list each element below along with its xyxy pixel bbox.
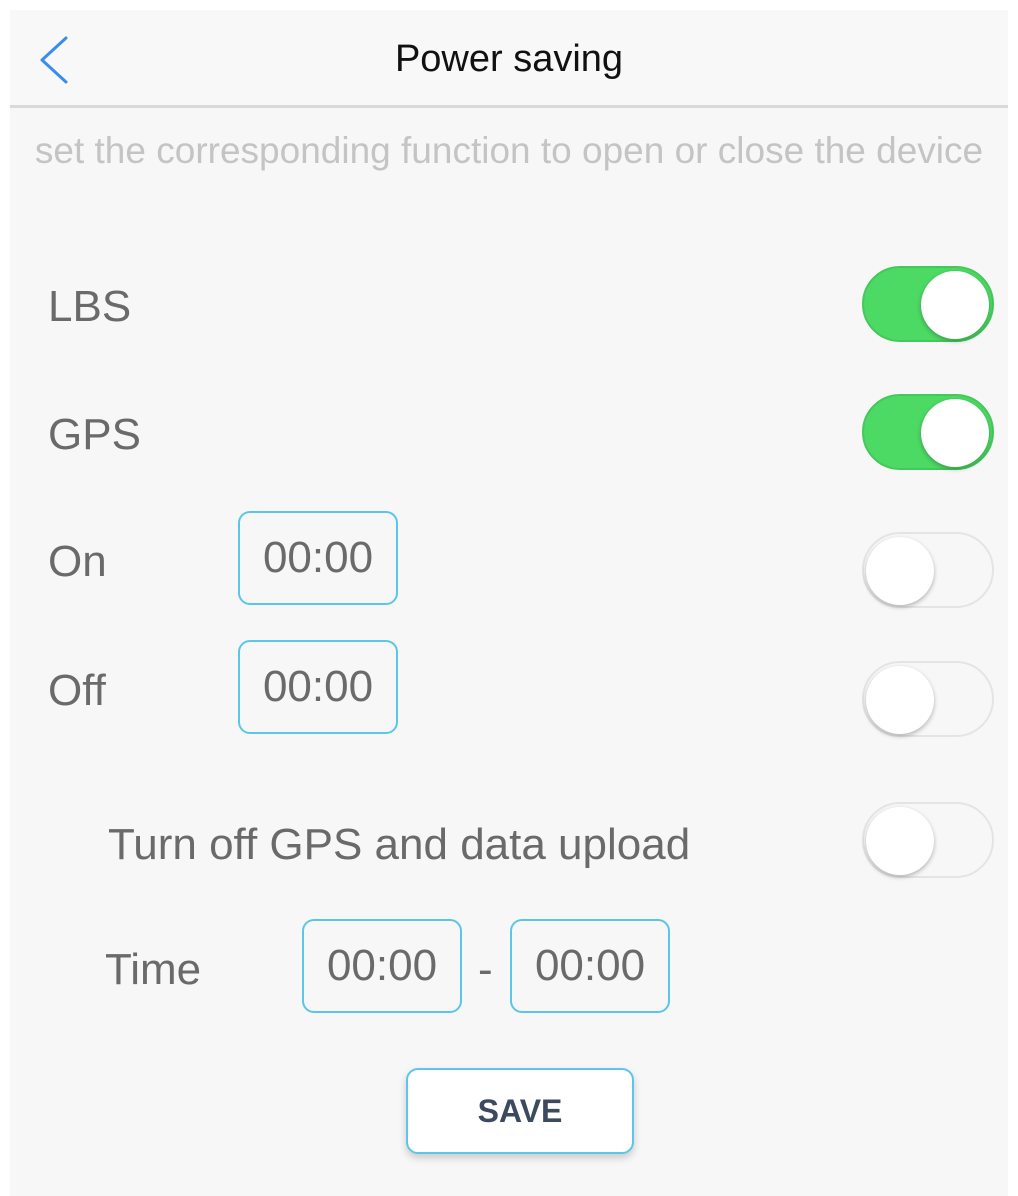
time-range-end-field[interactable]: 00:00 — [510, 919, 670, 1013]
gps-toggle[interactable] — [862, 394, 994, 470]
lbs-toggle[interactable] — [862, 266, 994, 342]
off-time-field[interactable]: 00:00 — [238, 640, 398, 734]
toggle-knob — [921, 271, 989, 339]
lbs-label: LBS — [48, 282, 132, 331]
toggle-knob — [866, 807, 934, 875]
page-title: Power saving — [394, 38, 624, 80]
gps-upload-label: Turn off GPS and data upload — [108, 820, 691, 869]
time-range-start-field[interactable]: 00:00 — [302, 919, 462, 1013]
on-toggle[interactable] — [862, 532, 994, 608]
toggle-knob — [866, 666, 934, 734]
power-saving-screen: Power saving set the corresponding funct… — [10, 10, 1008, 1196]
gps-label: GPS — [48, 410, 141, 459]
on-time-field[interactable]: 00:00 — [238, 511, 398, 605]
time-range-label: Time — [105, 945, 202, 994]
toggle-knob — [921, 399, 989, 467]
nav-bar: Power saving — [10, 10, 1008, 108]
off-label: Off — [48, 666, 106, 715]
save-button[interactable]: SAVE — [406, 1068, 634, 1154]
on-label: On — [48, 537, 107, 586]
gps-upload-toggle[interactable] — [862, 802, 994, 878]
toggle-knob — [866, 537, 934, 605]
time-range-separator: - — [478, 945, 493, 994]
off-toggle[interactable] — [862, 661, 994, 737]
page-description: set the corresponding function to open o… — [34, 130, 984, 171]
